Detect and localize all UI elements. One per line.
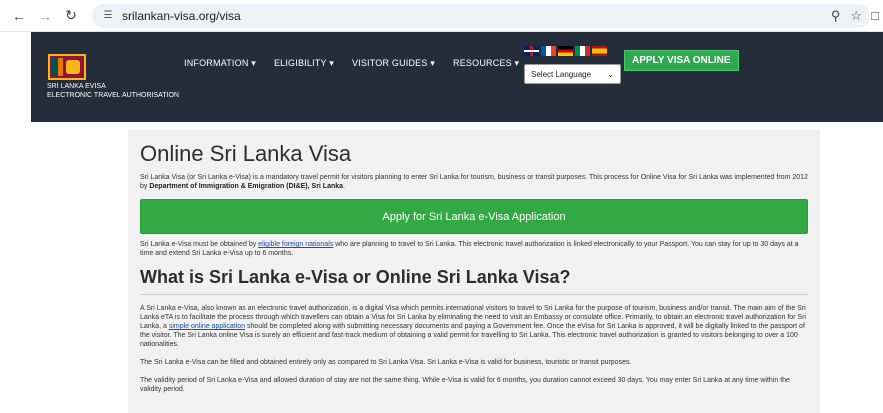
address-bar[interactable]: ☰ srilankan-visa.org/visa ⚲ ☆ <box>92 3 870 28</box>
eligibility-paragraph: Sri Lanka e-Visa must be obtained by eli… <box>140 241 799 257</box>
validity-purpose-paragraph: The Sri Lanka e-Visa can be filled and o… <box>140 359 632 366</box>
validity-period-paragraph: The validity period of Sri Lanka e-Visa … <box>140 377 790 393</box>
extensions-icon[interactable]: □ <box>871 8 879 23</box>
browser-toolbar: ← → ↻ ☰ srilankan-visa.org/visa ⚲ ☆ □ <box>0 0 883 32</box>
back-arrow-icon[interactable]: ← <box>8 5 30 27</box>
nav-eligibility[interactable]: ELIGIBILITY ▾ <box>274 58 334 69</box>
germany-flag-icon[interactable] <box>558 46 573 56</box>
nav-information[interactable]: INFORMATION ▾ <box>184 58 256 69</box>
url-text[interactable]: srilankan-visa.org/visa <box>122 9 241 23</box>
main-nav: INFORMATION ▾ ELIGIBILITY ▾ VISITOR GUID… <box>184 58 519 69</box>
logo-line-2: ELECTRONIC TRAVEL AUTHORISATION <box>47 92 179 99</box>
nav-resources[interactable]: RESOURCES ▾ <box>453 58 519 69</box>
spain-flag-icon[interactable] <box>592 46 607 56</box>
language-select[interactable]: Select Language ⌄ <box>524 64 621 84</box>
apply-evisa-button[interactable]: Apply for Sri Lanka e-Visa Application <box>140 199 808 234</box>
language-select-value: Select Language <box>531 69 592 79</box>
sri-lanka-flag-logo[interactable] <box>48 54 86 80</box>
chevron-down-icon: ⌄ <box>607 69 614 79</box>
logo-line-1: SRI LANKA EVISA <box>47 83 106 90</box>
france-flag-icon[interactable] <box>541 46 556 56</box>
section-heading: What is Sri Lanka e-Visa or Online Sri L… <box>140 266 808 295</box>
uk-flag-icon[interactable] <box>524 46 539 56</box>
authority-name: Department of Immigration & Emigration (… <box>149 183 344 190</box>
logo-text[interactable]: SRI LANKA EVISA ELECTRONIC TRAVEL AUTHOR… <box>47 82 179 100</box>
simple-application-link[interactable]: simple online application <box>169 323 245 330</box>
apply-visa-online-button[interactable]: APPLY VISA ONLINE <box>624 50 739 71</box>
forward-arrow-icon[interactable]: → <box>34 5 56 27</box>
site-settings-icon[interactable]: ☰ <box>100 8 116 24</box>
site-header: SRI LANKA EVISA ELECTRONIC TRAVEL AUTHOR… <box>31 32 883 122</box>
main-content: Online Sri Lanka Visa Sri Lanka Visa (or… <box>128 130 820 413</box>
omnibox-actions: ⚲ ☆ <box>831 8 862 24</box>
language-flags <box>524 46 607 56</box>
nav-visitor-guides[interactable]: VISITOR GUIDES ▾ <box>352 58 435 69</box>
evisa-description-paragraph: A Sri Lanka e-Visa, also known as an ele… <box>140 305 806 348</box>
reload-icon[interactable]: ↻ <box>60 5 82 27</box>
bookmark-star-icon[interactable]: ☆ <box>850 8 862 24</box>
intro-paragraph: Sri Lanka Visa (or Sri Lanka e-Visa) is … <box>140 174 808 190</box>
italy-flag-icon[interactable] <box>575 46 590 56</box>
eligible-nationals-link[interactable]: eligible foreign nationals <box>258 241 333 248</box>
zoom-icon[interactable]: ⚲ <box>831 8 841 24</box>
page-title: Online Sri Lanka Visa <box>140 141 352 166</box>
